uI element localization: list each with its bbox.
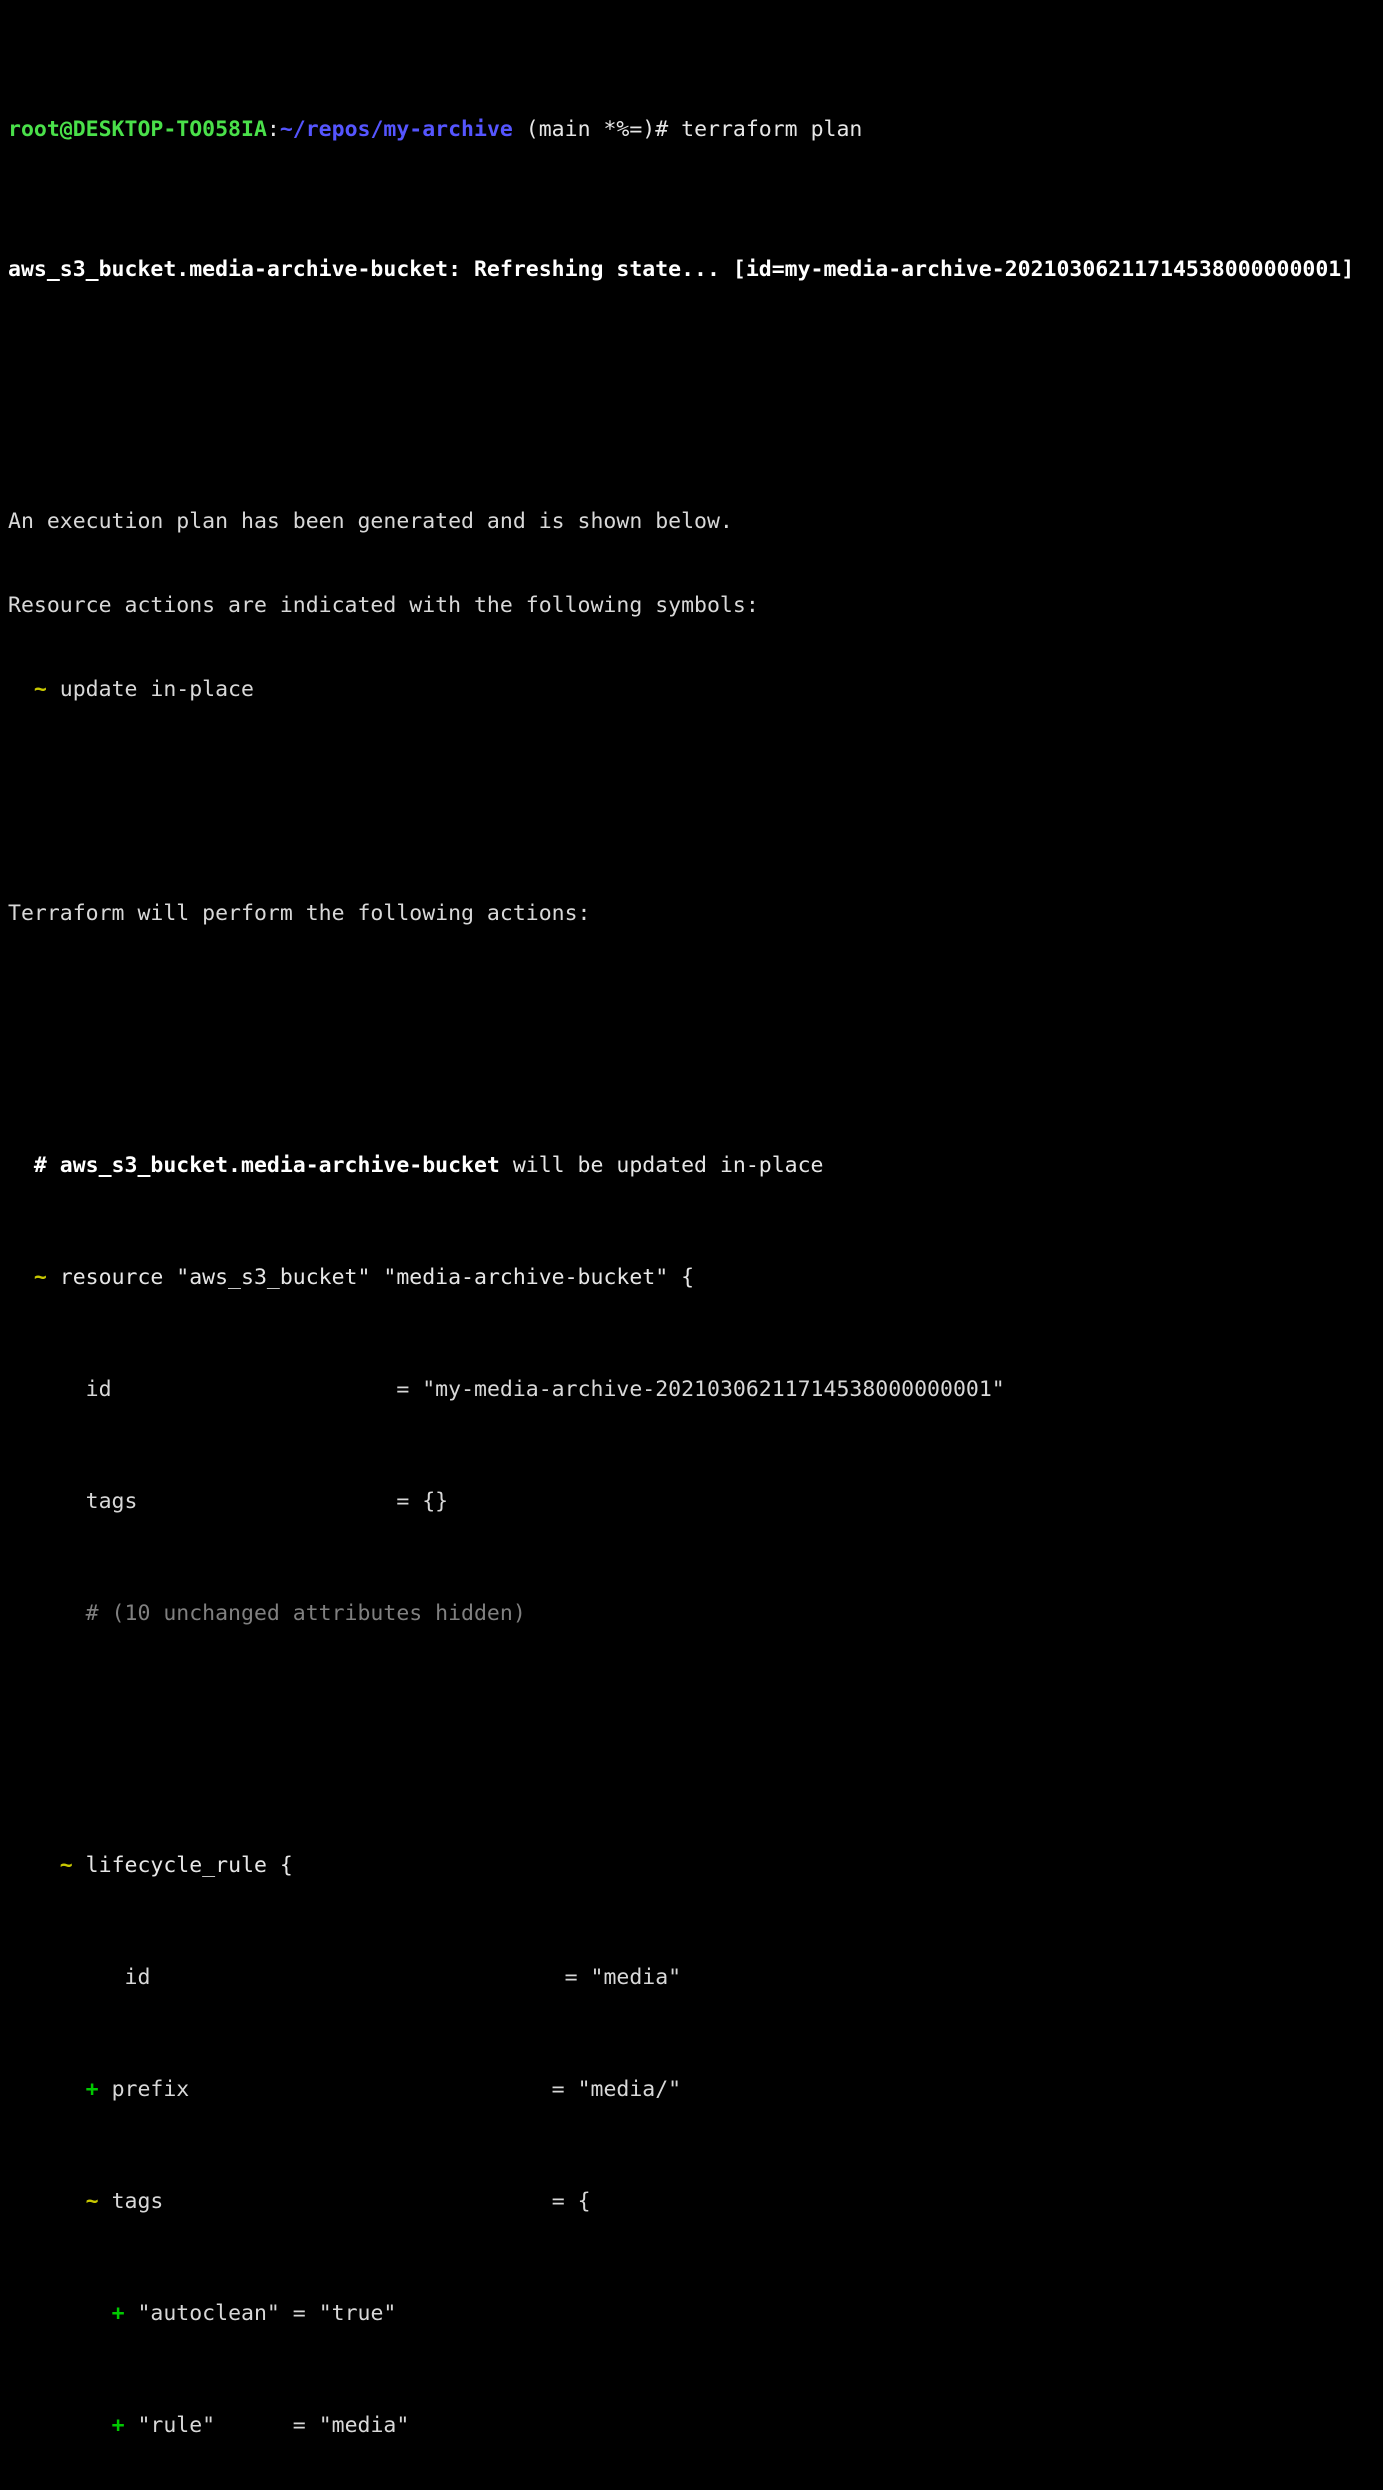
row-indent bbox=[8, 1965, 112, 1990]
plus-marker-icon: + bbox=[85, 2077, 99, 2102]
attr-pad bbox=[137, 1489, 396, 1514]
tilde-marker-icon: ~ bbox=[33, 1265, 47, 1290]
prompt-path: ~/repos/my-archive bbox=[279, 117, 513, 142]
legend-label: update in-place bbox=[46, 677, 254, 702]
row-indent bbox=[8, 2301, 112, 2326]
lifecycle-indent bbox=[8, 1853, 60, 1878]
lifecycle-attr-row: ~ tags = { bbox=[8, 2188, 1383, 2216]
attr-pad bbox=[112, 1377, 397, 1402]
attr-key: tags bbox=[8, 1489, 138, 1514]
attr-eq: = bbox=[396, 1489, 423, 1514]
resource-attr-row: tags = {} bbox=[8, 1488, 1383, 1516]
resource-attr-row: id = "my-media-archive-20210306211714538… bbox=[8, 1376, 1383, 1404]
tag-key: "rule" bbox=[124, 2413, 293, 2438]
resource-address: aws_s3_bucket.media-archive-bucket bbox=[59, 1153, 500, 1178]
tag-entry-row: + "rule" = "media" bbox=[8, 2412, 1383, 2440]
tag-eq: = bbox=[292, 2413, 319, 2438]
intro-text-1: An execution plan has been generated and… bbox=[8, 509, 733, 534]
resource-declaration-line: ~ resource "aws_s3_bucket" "media-archiv… bbox=[8, 1264, 1383, 1292]
attr-value: {} bbox=[422, 1489, 449, 1514]
prompt-colon: : bbox=[266, 117, 280, 142]
intro-line-1: An execution plan has been generated and… bbox=[8, 508, 1383, 536]
intro-text-2: Resource actions are indicated with the … bbox=[8, 593, 759, 618]
row-value: "media/" bbox=[577, 2077, 682, 2102]
refresh-state-text: aws_s3_bucket.media-archive-bucket: Refr… bbox=[8, 257, 1355, 282]
tag-value: "media" bbox=[318, 2413, 410, 2438]
row-pad bbox=[150, 1965, 564, 1990]
lifecycle-rule-label: lifecycle_rule { bbox=[72, 1853, 293, 1878]
attr-value: "my-media-archive-2021030621171453800000… bbox=[422, 1377, 1005, 1402]
tag-key: "autoclean" bbox=[124, 2301, 293, 2326]
decl-indent bbox=[8, 1265, 34, 1290]
lifecycle-attr-row: + prefix = "media/" bbox=[8, 2076, 1383, 2104]
tag-eq: = bbox=[292, 2301, 319, 2326]
hidden-attributes-text: # (10 unchanged attributes hidden) bbox=[8, 1601, 526, 1626]
attr-eq: = bbox=[396, 1377, 423, 1402]
tag-entry-row: + "autoclean" = "true" bbox=[8, 2300, 1383, 2328]
resource-comment-line: # aws_s3_bucket.media-archive-bucket wil… bbox=[8, 1152, 1383, 1180]
row-eq: = bbox=[551, 2077, 578, 2102]
intro-text-3: Terraform will perform the following act… bbox=[8, 901, 591, 926]
intro-line-2: Resource actions are indicated with the … bbox=[8, 592, 1383, 620]
symbol-legend-update: ~ update in-place bbox=[8, 676, 1383, 704]
row-eq: = bbox=[551, 2189, 578, 2214]
resource-declaration: resource "aws_s3_bucket" "media-archive-… bbox=[46, 1265, 695, 1290]
tag-value: "true" bbox=[318, 2301, 397, 2326]
row-indent bbox=[8, 2077, 86, 2102]
attr-key: id bbox=[8, 1377, 112, 1402]
hidden-attributes-comment: # (10 unchanged attributes hidden) bbox=[8, 1600, 1383, 1628]
row-indent bbox=[8, 2413, 112, 2438]
row-eq: = bbox=[564, 1965, 591, 1990]
comment-indent bbox=[8, 1153, 34, 1178]
intro-line-3: Terraform will perform the following act… bbox=[8, 900, 1383, 928]
row-name: tags bbox=[98, 2189, 164, 2214]
legend-indent bbox=[8, 677, 34, 702]
lifecycle-rule-header: ~ lifecycle_rule { bbox=[8, 1852, 1383, 1880]
lifecycle-attr-row: id = "media" bbox=[8, 1964, 1383, 1992]
plus-marker-icon: + bbox=[111, 2413, 125, 2438]
plus-marker-icon: + bbox=[111, 2301, 125, 2326]
row-name: prefix bbox=[98, 2077, 190, 2102]
row-pad bbox=[189, 2077, 551, 2102]
terminal-output: root@DESKTOP-TO058IA:~/repos/my-archive … bbox=[0, 0, 1383, 2438]
row-pad bbox=[163, 2189, 551, 2214]
row-value: { bbox=[577, 2189, 591, 2214]
tilde-marker-icon: ~ bbox=[59, 1853, 73, 1878]
hash-marker-icon: # bbox=[33, 1153, 60, 1178]
row-marker-icon bbox=[112, 1965, 125, 1990]
prompt-user-host: root@DESKTOP-TO058IA bbox=[8, 117, 267, 142]
tilde-marker-icon: ~ bbox=[33, 677, 47, 702]
refresh-state-line: aws_s3_bucket.media-archive-bucket: Refr… bbox=[8, 256, 1383, 284]
row-indent bbox=[8, 2189, 86, 2214]
tilde-marker-icon: ~ bbox=[85, 2189, 99, 2214]
resource-action-suffix: will be updated in-place bbox=[499, 1153, 824, 1178]
command-text: terraform plan bbox=[681, 117, 863, 142]
prompt-git-status: (main *%=)# bbox=[512, 117, 682, 142]
row-value: "media" bbox=[590, 1965, 682, 1990]
prompt-line: root@DESKTOP-TO058IA:~/repos/my-archive … bbox=[8, 116, 1383, 144]
row-name: id bbox=[124, 1965, 151, 1990]
